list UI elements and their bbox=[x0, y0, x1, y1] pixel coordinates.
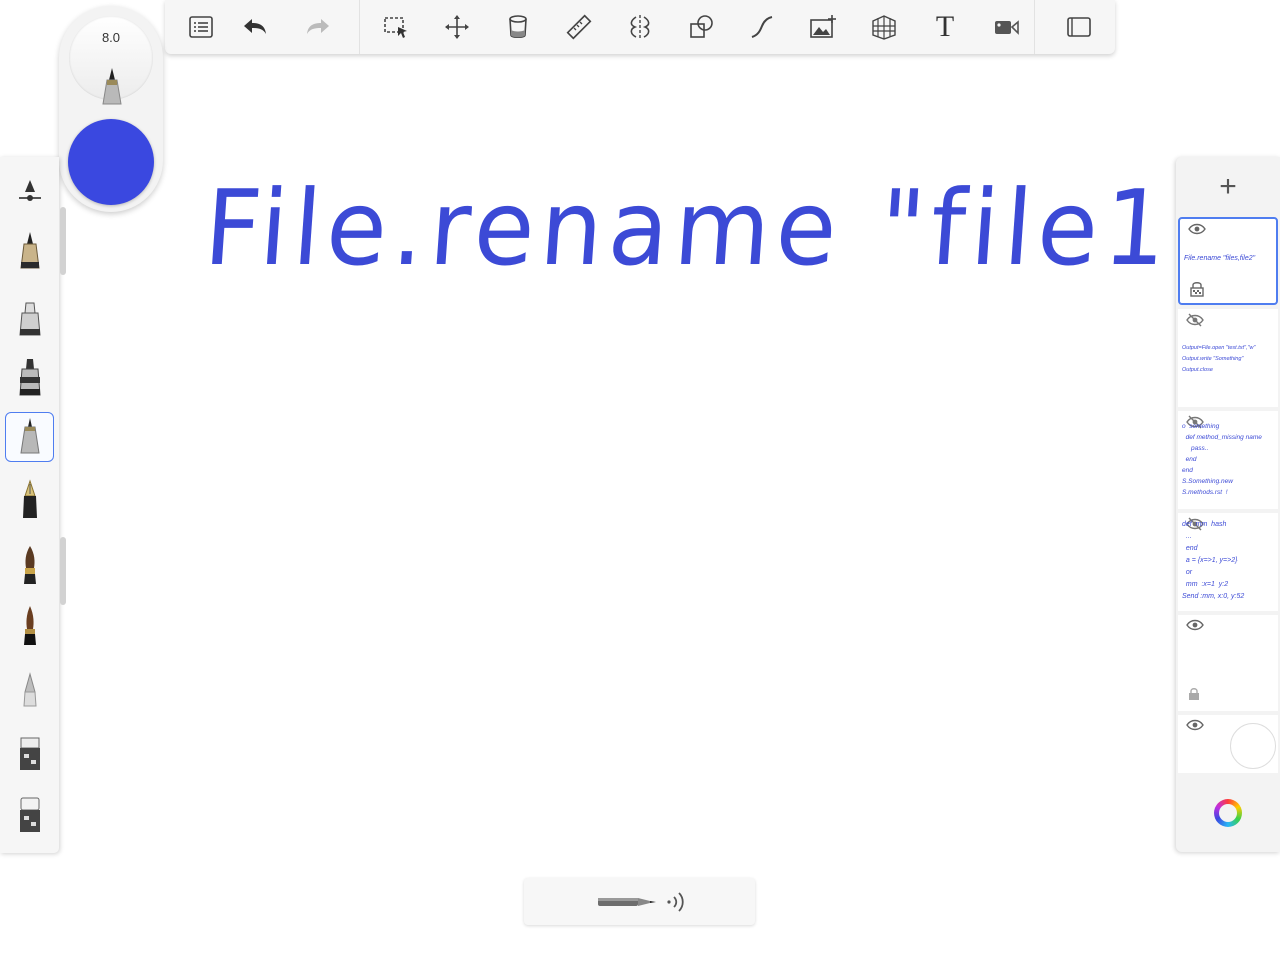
symmetry-icon[interactable] bbox=[623, 10, 657, 44]
pencil-connection-indicator[interactable] bbox=[524, 878, 755, 925]
layers-panel: + File.rename "files,file2" Output=File.… bbox=[1176, 157, 1280, 852]
color-wheel-icon[interactable] bbox=[1214, 799, 1242, 827]
layer-thumbnail: File.rename "files,file2" bbox=[1184, 255, 1256, 262]
time-lapse-icon[interactable] bbox=[989, 10, 1023, 44]
pencil-icon bbox=[598, 898, 656, 906]
layer-thumbnail: Output=File.open "test.txt","w" Output.w… bbox=[1182, 345, 1256, 373]
background-color-swatch[interactable] bbox=[1230, 723, 1276, 769]
bluetooth-signal-icon bbox=[667, 892, 684, 912]
visibility-eye-icon[interactable] bbox=[1186, 619, 1204, 631]
visibility-hidden-icon[interactable] bbox=[1186, 313, 1204, 327]
gallery-list-icon[interactable] bbox=[184, 10, 218, 44]
shapes-icon[interactable] bbox=[684, 10, 718, 44]
airbrush-icon[interactable] bbox=[5, 663, 54, 713]
text-tool[interactable]: T bbox=[928, 10, 962, 44]
perspective-grid-icon[interactable] bbox=[867, 10, 901, 44]
brush-puck: 8.0 bbox=[59, 6, 163, 212]
transform-icon[interactable] bbox=[440, 10, 474, 44]
selection-icon[interactable] bbox=[379, 10, 413, 44]
paint-brush-icon[interactable] bbox=[5, 539, 54, 589]
stroke-curve-icon[interactable] bbox=[745, 10, 779, 44]
ruler-icon[interactable] bbox=[562, 10, 596, 44]
undo-icon[interactable] bbox=[238, 10, 272, 44]
fill-bucket-icon[interactable] bbox=[501, 10, 535, 44]
eraser-hard-icon[interactable] bbox=[5, 727, 54, 777]
felt-pen-brush-icon[interactable] bbox=[5, 352, 54, 402]
redo-icon[interactable] bbox=[301, 10, 335, 44]
brush-palette-scroll-handle[interactable] bbox=[60, 207, 66, 275]
brush-size-value: 8.0 bbox=[101, 30, 121, 45]
fullscreen-icon[interactable] bbox=[1062, 10, 1096, 44]
brush-size-control[interactable]: 8.0 bbox=[69, 16, 153, 105]
brush-palette bbox=[0, 157, 59, 853]
layer-thumbnail: o something def method_missing name pass… bbox=[1182, 423, 1262, 496]
brush-palette-scroll-handle[interactable] bbox=[60, 537, 66, 605]
current-color-swatch[interactable] bbox=[68, 119, 154, 205]
add-layer-button[interactable]: + bbox=[1176, 157, 1280, 217]
layer-item[interactable] bbox=[1178, 615, 1278, 711]
canvas-handwritten-text: File.rename "file1,file bbox=[200, 168, 1280, 290]
alpha-lock-icon[interactable] bbox=[1190, 281, 1204, 297]
toolbar-divider bbox=[359, 0, 360, 54]
top-toolbar: T bbox=[165, 0, 1115, 54]
layer-item[interactable]: def mm hash ... end a = {x=>1, y=>2} or … bbox=[1178, 513, 1278, 611]
toolbar-divider bbox=[1034, 0, 1035, 54]
layer-thumbnail: def mm hash ... end a = {x=>1, y=>2} or … bbox=[1182, 521, 1245, 600]
marker-brush-icon[interactable] bbox=[5, 292, 54, 342]
layer-item[interactable]: o something def method_missing name pass… bbox=[1178, 411, 1278, 509]
fountain-pen-brush-icon[interactable] bbox=[5, 475, 54, 525]
eraser-soft-icon[interactable] bbox=[5, 789, 54, 839]
visibility-eye-icon[interactable] bbox=[1186, 719, 1204, 731]
text-tool-label: T bbox=[935, 10, 955, 43]
layer-item[interactable]: Output=File.open "test.txt","w" Output.w… bbox=[1178, 309, 1278, 407]
import-image-icon[interactable] bbox=[806, 10, 840, 44]
ink-brush-icon[interactable] bbox=[5, 600, 54, 650]
brush-tip-icon bbox=[102, 68, 122, 105]
opacity-slider-icon[interactable] bbox=[5, 165, 54, 215]
lock-icon[interactable] bbox=[1188, 687, 1200, 701]
layer-item[interactable]: File.rename "files,file2" bbox=[1178, 217, 1278, 305]
background-layer[interactable] bbox=[1178, 715, 1278, 773]
pencil-brush-icon[interactable] bbox=[5, 225, 54, 275]
visibility-eye-icon[interactable] bbox=[1188, 223, 1206, 235]
ballpoint-brush-icon[interactable] bbox=[5, 412, 54, 462]
